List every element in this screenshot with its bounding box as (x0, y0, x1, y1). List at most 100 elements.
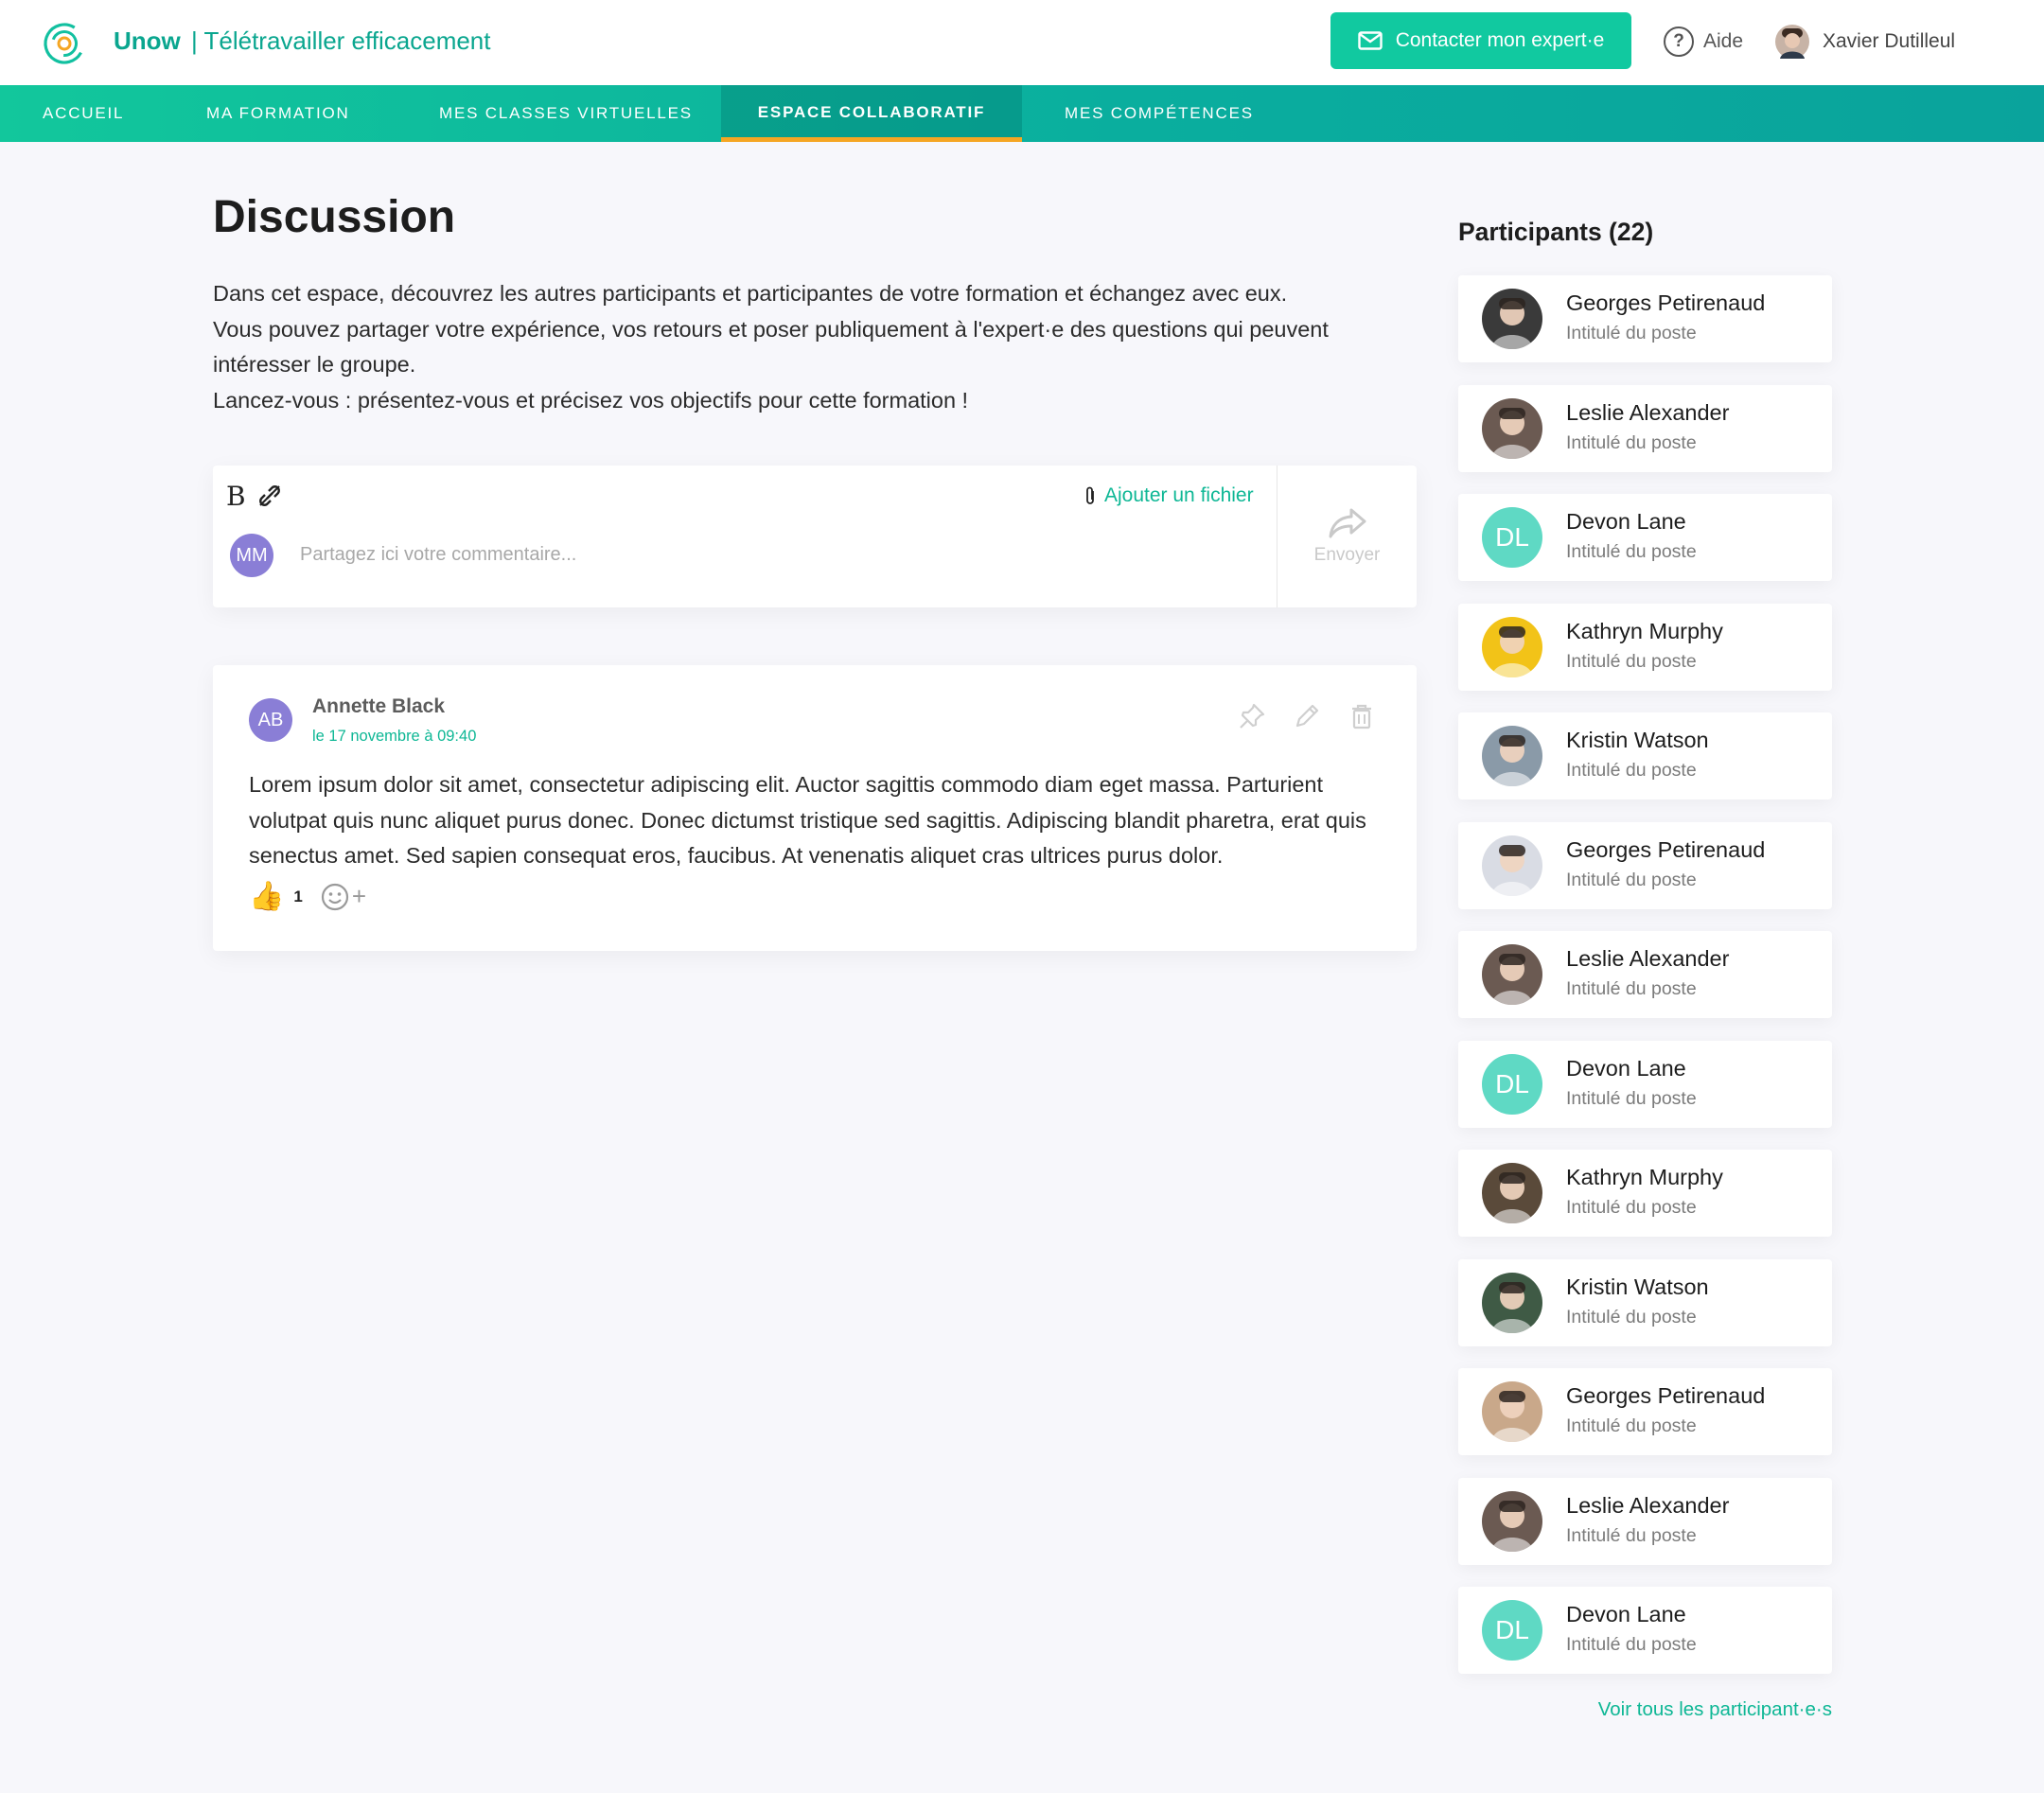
post-actions (1237, 701, 1377, 731)
page-title: Discussion (213, 192, 456, 242)
participant-name: Kathryn Murphy (1566, 619, 1723, 643)
send-label: Envoyer (1313, 545, 1381, 565)
participant-avatar (1482, 398, 1542, 459)
trash-icon[interactable] (1347, 701, 1377, 731)
participant-name: Kristin Watson (1566, 728, 1709, 752)
nav-tab-espace-collaboratif[interactable]: ESPACE COLLABORATIF (721, 85, 1022, 142)
participant-name: Devon Lane (1566, 1602, 1686, 1626)
participant-card[interactable]: Kristin Watson Intitulé du poste (1458, 712, 1832, 800)
participant-card[interactable]: Kathryn Murphy Intitulé du poste (1458, 1150, 1832, 1237)
send-button[interactable]: Envoyer (1277, 466, 1417, 607)
participant-role: Intitulé du poste (1566, 1634, 1697, 1655)
participant-role: Intitulé du poste (1566, 1307, 1697, 1327)
participant-avatar (1482, 726, 1542, 786)
course-title: | Télétravailler efficacement (191, 26, 491, 55)
participant-name: Kathryn Murphy (1566, 1165, 1723, 1189)
user-name: Xavier Dutilleul (1823, 30, 1956, 52)
brand-name[interactable]: Unow (114, 26, 181, 56)
add-reaction-button[interactable]: + (320, 882, 366, 912)
participant-name: Leslie Alexander (1566, 946, 1730, 971)
intro-text: Dans cet espace, découvrez les autres pa… (213, 276, 1415, 418)
nav-tab-ma-formation[interactable]: MA FORMATION (206, 85, 350, 142)
participant-card[interactable]: DL Devon Lane Intitulé du poste (1458, 494, 1832, 581)
unow-logo-icon[interactable] (42, 21, 87, 66)
paperclip-icon (1086, 486, 1094, 504)
help-label: Aide (1703, 30, 1744, 52)
add-file-label: Ajouter un fichier (1104, 484, 1254, 506)
pin-icon[interactable] (1237, 701, 1267, 731)
edit-pencil-icon[interactable] (1292, 701, 1322, 731)
participant-name: Devon Lane (1566, 1056, 1686, 1081)
intro-paragraph: Dans cet espace, découvrez les autres pa… (213, 281, 1288, 306)
contact-expert-button[interactable]: Contacter mon expert·e (1330, 12, 1631, 69)
participant-avatar (1482, 944, 1542, 1005)
top-bar: Unow | Télétravailler efficacement Conta… (0, 0, 2044, 85)
participant-card[interactable]: Georges Petirenaud Intitulé du poste (1458, 822, 1832, 909)
post-author[interactable]: Annette Black (312, 695, 445, 718)
participant-role: Intitulé du poste (1566, 760, 1697, 781)
participant-avatar (1482, 289, 1542, 349)
see-all-participants-link[interactable]: Voir tous les participant·e·s (1552, 1698, 1832, 1721)
reaction-count: 1 (293, 887, 303, 905)
mail-icon (1357, 31, 1383, 50)
participant-role: Intitulé du poste (1566, 978, 1697, 999)
participant-card[interactable]: Leslie Alexander Intitulé du poste (1458, 1478, 1832, 1565)
participant-avatar (1482, 1491, 1542, 1552)
participant-role: Intitulé du poste (1566, 432, 1697, 453)
plus-icon: + (351, 882, 367, 910)
participant-card[interactable]: DL Devon Lane Intitulé du poste (1458, 1587, 1832, 1674)
participant-name: Leslie Alexander (1566, 400, 1730, 425)
post-body: Lorem ipsum dolor sit amet, consectetur … (249, 772, 1366, 868)
participant-role: Intitulé du poste (1566, 1088, 1697, 1109)
participant-avatar (1482, 835, 1542, 896)
participant-avatar (1482, 1381, 1542, 1442)
post-author-avatar: AB (249, 698, 292, 742)
smiley-icon (321, 883, 348, 910)
participant-card[interactable]: Georges Petirenaud Intitulé du poste (1458, 1368, 1832, 1455)
participant-name: Georges Petirenaud (1566, 1383, 1766, 1408)
participant-role: Intitulé du poste (1566, 651, 1697, 672)
participant-name: Leslie Alexander (1566, 1493, 1730, 1518)
help-icon: ? (1664, 26, 1694, 57)
nav-tab-accueil[interactable]: ACCUEIL (43, 85, 124, 142)
participant-card[interactable]: Leslie Alexander Intitulé du poste (1458, 385, 1832, 472)
comment-composer: B Ajouter un fichier MM Envoyer (213, 466, 1417, 607)
link-icon[interactable] (256, 483, 283, 509)
participant-card[interactable]: Kristin Watson Intitulé du poste (1458, 1259, 1832, 1346)
participant-name: Georges Petirenaud (1566, 837, 1766, 862)
user-avatar (1775, 25, 1809, 59)
nav-tab-mes-classes-virtuelles[interactable]: MES CLASSES VIRTUELLES (439, 85, 693, 142)
participant-avatar: DL (1482, 1600, 1542, 1661)
participant-avatar (1482, 1273, 1542, 1333)
participant-role: Intitulé du poste (1566, 1415, 1697, 1436)
participant-role: Intitulé du poste (1566, 541, 1697, 562)
share-arrow-icon (1329, 508, 1366, 538)
post-date: le 17 novembre à 09:40 (312, 728, 477, 745)
nav-tab-mes-competences[interactable]: MES COMPÉTENCES (1065, 85, 1254, 142)
participant-card[interactable]: Kathryn Murphy Intitulé du poste (1458, 604, 1832, 691)
help-link[interactable]: ? Aide (1664, 24, 1743, 60)
discussion-post: AB Annette Black le 17 novembre à 09:40 … (213, 665, 1417, 951)
intro-paragraph: Vous pouvez partager votre expérience, v… (213, 316, 1329, 378)
comment-input[interactable] (300, 536, 1076, 573)
add-file-link[interactable]: Ajouter un fichier (1084, 484, 1254, 507)
participant-avatar: DL (1482, 507, 1542, 568)
participant-role: Intitulé du poste (1566, 323, 1697, 343)
bold-tool-button[interactable]: B (226, 481, 246, 512)
participant-card[interactable]: Georges Petirenaud Intitulé du poste (1458, 275, 1832, 362)
participant-avatar (1482, 1163, 1542, 1223)
intro-paragraph: Lancez-vous : présentez-vous et précisez… (213, 387, 969, 413)
participant-name: Devon Lane (1566, 509, 1686, 534)
participant-card[interactable]: Leslie Alexander Intitulé du poste (1458, 931, 1832, 1018)
user-menu[interactable]: Xavier Dutilleul (1775, 23, 1955, 61)
contact-expert-label: Contacter mon expert·e (1395, 29, 1605, 51)
participant-card[interactable]: DL Devon Lane Intitulé du poste (1458, 1041, 1832, 1128)
participant-avatar: DL (1482, 1054, 1542, 1115)
participant-name: Kristin Watson (1566, 1274, 1709, 1299)
participant-avatar (1482, 617, 1542, 677)
thumbs-up-reaction[interactable]: 👍 (249, 880, 284, 913)
main-nav: ACCUEIL MA FORMATION MES CLASSES VIRTUEL… (0, 85, 2044, 142)
participant-role: Intitulé du poste (1566, 1197, 1697, 1218)
participant-role: Intitulé du poste (1566, 1525, 1697, 1546)
participants-title: Participants (22) (1458, 218, 1654, 246)
